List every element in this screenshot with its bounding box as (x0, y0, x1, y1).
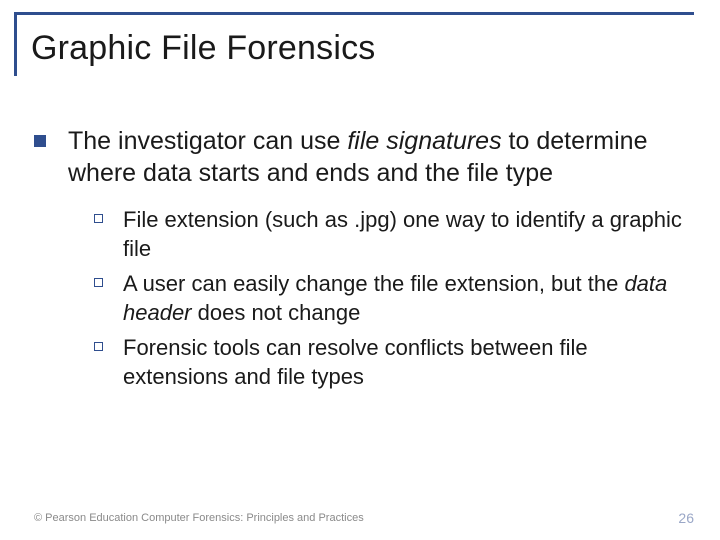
text-italic: file signatures (347, 127, 501, 155)
square-outline-bullet-icon (94, 214, 103, 223)
bullet-level1: The investigator can use file signatures… (34, 125, 694, 189)
text-segment: File extension (such as .jpg) one way to… (123, 207, 682, 261)
title-container: Graphic File Forensics (14, 12, 694, 76)
sub-bullets: File extension (such as .jpg) one way to… (94, 205, 694, 391)
text-segment: The investigator can use (68, 127, 347, 155)
bullet-level2: A user can easily change the file extens… (94, 269, 694, 327)
footer-copyright: © Pearson Education Computer Forensics: … (34, 512, 364, 524)
bullet-level2: File extension (such as .jpg) one way to… (94, 205, 694, 263)
text-segment: does not change (192, 300, 361, 325)
bullet-level2-text: File extension (such as .jpg) one way to… (123, 205, 694, 263)
square-bullet-icon (34, 135, 46, 147)
text-segment: A user can easily change the file extens… (123, 271, 624, 296)
slide-body: The investigator can use file signatures… (34, 125, 694, 397)
bullet-level2-text: A user can easily change the file extens… (123, 269, 694, 327)
square-outline-bullet-icon (94, 342, 103, 351)
square-outline-bullet-icon (94, 278, 103, 287)
bullet-level1-text: The investigator can use file signatures… (68, 125, 694, 189)
bullet-level2-text: Forensic tools can resolve conflicts bet… (123, 333, 694, 391)
slide-title: Graphic File Forensics (31, 29, 694, 68)
page-number: 26 (678, 510, 694, 526)
text-segment: Forensic tools can resolve conflicts bet… (123, 335, 588, 389)
bullet-level2: Forensic tools can resolve conflicts bet… (94, 333, 694, 391)
